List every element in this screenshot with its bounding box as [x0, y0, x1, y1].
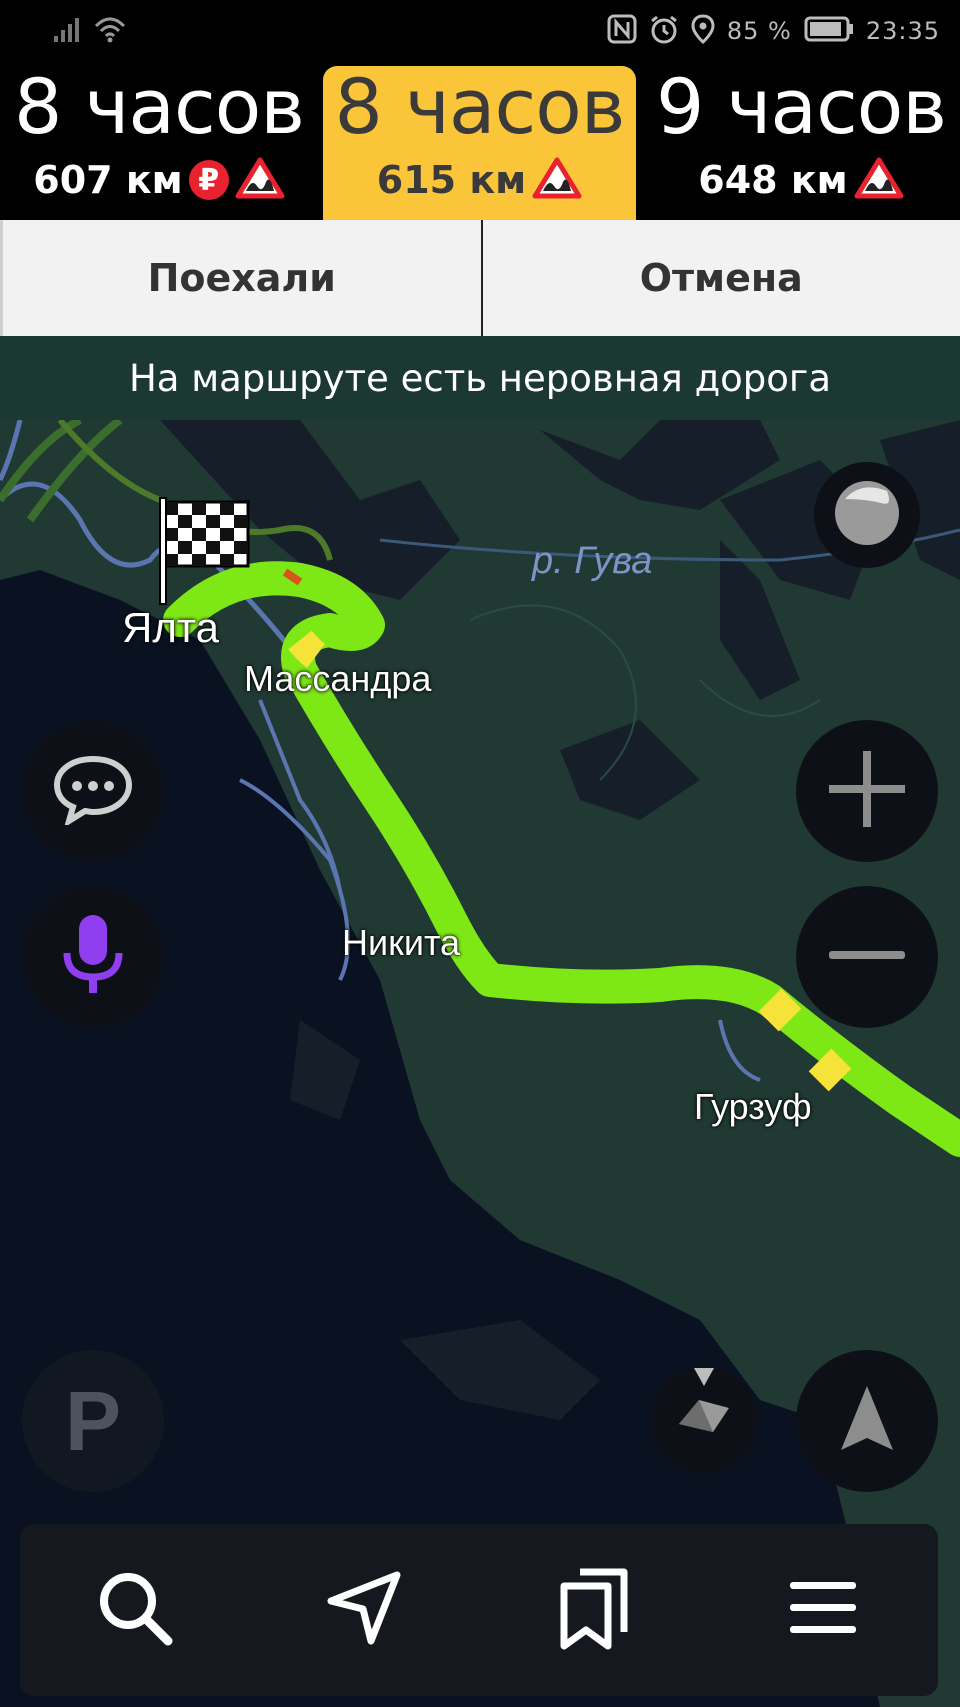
- finish-flag-icon: [158, 496, 254, 610]
- search-icon: [96, 1569, 174, 1651]
- location-icon: [691, 14, 715, 48]
- navigation-arrow-icon: [837, 1384, 897, 1458]
- cancel-button[interactable]: Отмена: [483, 220, 960, 336]
- route-time: 8 часов: [13, 62, 305, 151]
- route-option-1[interactable]: 8 часов 607 км ₽: [0, 66, 318, 220]
- route-option-3[interactable]: 9 часов 648 км: [642, 66, 960, 220]
- microphone-icon: [63, 913, 123, 1001]
- route-distance: 607 км: [33, 158, 183, 202]
- map-label-nikita: Никита: [342, 922, 461, 963]
- map-label-yalta: Ялта: [122, 604, 219, 651]
- zoom-in-button[interactable]: [796, 720, 938, 862]
- bottom-nav-bar: [20, 1524, 938, 1696]
- rough-road-icon: [235, 156, 285, 204]
- zoom-out-button[interactable]: [796, 886, 938, 1028]
- bookmarks-icon: [558, 1566, 630, 1654]
- search-button[interactable]: [75, 1550, 195, 1670]
- status-bar: 85 % 23:35: [0, 0, 960, 66]
- zoom-in-icon: [825, 747, 909, 835]
- route-distance: 648 км: [698, 158, 848, 202]
- my-location-button[interactable]: [796, 1350, 938, 1492]
- map-view[interactable]: р. Гува Ялта Массандра Никита Гурзуф P: [0, 420, 960, 1707]
- compass-icon: [669, 1368, 739, 1472]
- parking-icon: P: [64, 1373, 122, 1468]
- map-label-gurzuf: Гурзуф: [694, 1086, 812, 1127]
- chat-icon: [51, 753, 135, 829]
- rough-road-icon: [532, 156, 582, 204]
- chat-button[interactable]: [22, 720, 164, 862]
- map-label-massandra: Массандра: [244, 658, 432, 699]
- rough-road-icon: [854, 156, 904, 204]
- menu-button[interactable]: [763, 1550, 883, 1670]
- nfc-icon: [607, 14, 637, 48]
- battery-percent: 85 %: [726, 17, 792, 45]
- route-distance: 615 км: [376, 158, 527, 202]
- compass-button[interactable]: [650, 1366, 758, 1474]
- zoom-out-icon: [825, 945, 909, 969]
- map-label-river: р. Гува: [532, 540, 653, 582]
- alarm-icon: [649, 14, 679, 48]
- route-icon: [325, 1569, 403, 1651]
- bookmarks-button[interactable]: [534, 1550, 654, 1670]
- route-actions: Поехали Отмена: [0, 220, 960, 336]
- layers-icon: [831, 477, 903, 553]
- clock: 23:35: [865, 17, 940, 45]
- route-button[interactable]: [304, 1550, 424, 1670]
- toll-road-icon: ₽: [188, 160, 229, 200]
- route-time: 8 часов: [334, 62, 625, 151]
- menu-icon: [788, 1578, 858, 1642]
- wifi-icon: [92, 14, 128, 48]
- route-options: 8 часов 607 км ₽ 8 часов 615 км 9 часов …: [0, 66, 960, 220]
- parking-button[interactable]: P: [22, 1350, 164, 1492]
- route-warning: На маршруте есть неровная дорога: [0, 336, 960, 420]
- route-option-2[interactable]: 8 часов 615 км: [323, 66, 636, 220]
- signal-icon: [52, 14, 82, 48]
- route-time: 9 часов: [655, 62, 947, 151]
- voice-button[interactable]: [22, 886, 164, 1028]
- layers-button[interactable]: [814, 462, 920, 568]
- go-button[interactable]: Поехали: [0, 220, 483, 336]
- battery-icon: [804, 15, 854, 47]
